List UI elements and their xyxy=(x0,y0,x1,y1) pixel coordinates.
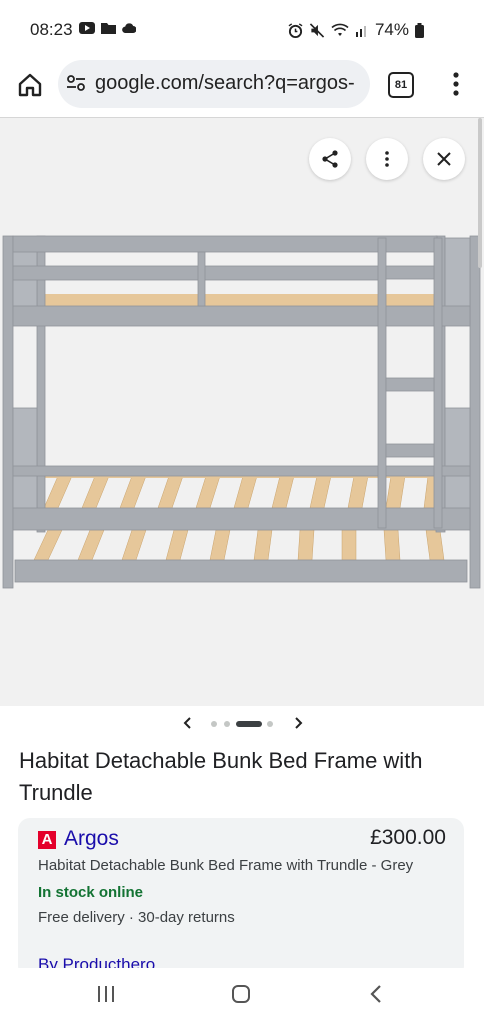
product-title: Habitat Detachable Bunk Bed Frame with T… xyxy=(19,748,423,805)
chevron-right-icon[interactable] xyxy=(288,713,308,733)
battery-percent: 74% xyxy=(374,20,409,39)
stock-status: In stock online xyxy=(38,884,144,901)
home-nav-icon[interactable] xyxy=(231,984,251,1004)
price: £300.00 xyxy=(370,826,446,849)
back-icon[interactable] xyxy=(369,984,383,1004)
carousel-dot[interactable] xyxy=(224,721,230,727)
seller-link[interactable]: Argos xyxy=(64,827,119,851)
url-text[interactable]: google.com/search?q=argos- xyxy=(95,72,365,95)
chevron-left-icon[interactable] xyxy=(178,713,198,733)
status-right-icons: 74% xyxy=(288,20,424,40)
status-left-icons xyxy=(79,22,136,34)
wifi-icon xyxy=(331,23,349,36)
more-vert-icon xyxy=(385,151,389,167)
carousel-dot[interactable] xyxy=(211,721,217,727)
close-button[interactable] xyxy=(423,138,465,180)
offer-card[interactable]: A Argos £300.00 Habitat Detachable Bunk … xyxy=(18,818,464,978)
cloud-icon xyxy=(122,23,136,33)
battery-icon xyxy=(415,22,424,38)
home-icon[interactable] xyxy=(16,71,44,99)
status-time: 08:23 xyxy=(30,20,73,39)
more-options-button[interactable] xyxy=(366,138,408,180)
share-button[interactable] xyxy=(309,138,351,180)
browser-menu-icon[interactable] xyxy=(446,70,466,98)
product-image-viewer[interactable] xyxy=(0,117,484,706)
folder-icon xyxy=(101,23,116,34)
browser-toolbar: google.com/search?q=argos- 81 xyxy=(0,58,484,116)
argos-logo: A xyxy=(38,831,56,849)
carousel-dot-active[interactable] xyxy=(236,721,262,727)
image-carousel-nav xyxy=(0,706,484,742)
delivery-info: Free delivery · 30-day returns xyxy=(38,909,235,926)
carousel-dot[interactable] xyxy=(267,721,273,727)
share-icon xyxy=(322,150,338,168)
status-bar: 08:23 74% xyxy=(0,0,484,58)
tab-switcher-button[interactable]: 81 xyxy=(388,72,414,98)
alarm-icon xyxy=(288,22,303,38)
signal-icon xyxy=(355,26,366,37)
system-nav-bar xyxy=(0,968,484,1024)
youtube-icon xyxy=(79,22,95,34)
close-icon xyxy=(437,152,451,166)
offer-description: Habitat Detachable Bunk Bed Frame with T… xyxy=(38,857,414,874)
recents-icon[interactable] xyxy=(96,985,116,1003)
mute-icon xyxy=(309,22,325,38)
page-scrollbar[interactable] xyxy=(478,118,482,268)
product-image xyxy=(2,235,481,589)
site-settings-icon[interactable] xyxy=(66,73,86,93)
